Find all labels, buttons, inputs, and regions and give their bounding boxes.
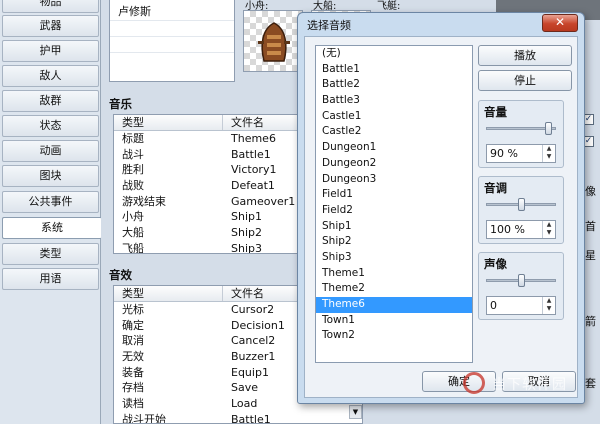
list-item[interactable]: Castle1 [316, 109, 472, 125]
list-item[interactable]: Town2 [316, 328, 472, 344]
music-title: 音乐 [109, 97, 132, 111]
pitch-spinbox[interactable]: 100 % ▲ ▼ [486, 220, 556, 239]
tab-types[interactable]: 类型 [2, 243, 99, 265]
category-tabs: 物品 武器 护甲 敌人 敌群 状态 动画 图块 公共事件 系统 类型 用语 [0, 0, 102, 424]
select-audio-dialog: 选择音频 ✕ (无) Battle1 Battle2 Battle3 Castl… [297, 12, 585, 404]
pan-value: 0 [490, 299, 497, 312]
tab-enemies[interactable]: 敌人 [2, 65, 99, 87]
dialog-title: 选择音频 [307, 19, 351, 32]
list-item[interactable]: Battle1 [316, 62, 472, 78]
list-item[interactable]: Battle2 [316, 77, 472, 93]
list-item[interactable]: (无) [316, 46, 472, 62]
close-button[interactable]: ✕ [542, 14, 578, 32]
volume-group: 音量 90 % ▲ ▼ [478, 100, 564, 168]
spin-arrows-icon[interactable]: ▲ ▼ [542, 221, 555, 238]
list-item[interactable]: Theme1 [316, 266, 472, 282]
fragment-text: 像 [585, 185, 596, 198]
list-item[interactable]: Dungeon3 [316, 172, 472, 188]
tab-terms[interactable]: 用语 [2, 268, 99, 290]
pan-slider-thumb[interactable] [518, 274, 525, 287]
tab-system[interactable]: 系统 [2, 217, 102, 239]
tab-animations[interactable]: 动画 [2, 140, 99, 162]
play-button[interactable]: 播放 [478, 45, 572, 66]
list-item[interactable]: 卢修斯 [110, 4, 151, 20]
column-type[interactable]: 类型 [114, 115, 223, 130]
pitch-slider-thumb[interactable] [518, 198, 525, 211]
watermark-text: 当下软件园 [492, 377, 567, 393]
list-item[interactable]: Dungeon2 [316, 156, 472, 172]
sfx-title: 音效 [109, 268, 132, 282]
volume-spinbox[interactable]: 90 % ▲ ▼ [486, 144, 556, 163]
tab-weapons[interactable]: 武器 [2, 15, 99, 37]
table-row[interactable]: 战斗开始 Battle1 [114, 412, 362, 423]
pitch-value: 100 % [490, 223, 525, 236]
pitch-group: 音调 100 % ▲ ▼ [478, 176, 564, 244]
list-item[interactable]: Town1 [316, 313, 472, 329]
spin-arrows-icon[interactable]: ▲ ▼ [542, 297, 555, 314]
tab-armors[interactable]: 护甲 [2, 40, 99, 62]
pan-group: 声像 0 ▲ ▼ [478, 252, 564, 320]
tab-items[interactable]: 物品 [2, 0, 99, 13]
fragment-text: 套 [585, 377, 596, 390]
audio-file-list[interactable]: (无) Battle1 Battle2 Battle3 Castle1 Cast… [315, 45, 473, 363]
fragment-text: 箭 [585, 315, 596, 328]
tab-tilesets[interactable]: 图块 [2, 165, 99, 187]
volume-value: 90 % [490, 147, 518, 160]
tab-common-events[interactable]: 公共事件 [2, 191, 99, 213]
watermark-logo-icon [463, 372, 485, 394]
spin-arrows-icon[interactable]: ▲ ▼ [542, 145, 555, 162]
list-item[interactable]: Field2 [316, 203, 472, 219]
volume-slider-track[interactable] [486, 122, 556, 135]
tab-troops[interactable]: 敌群 [2, 90, 99, 112]
list-item[interactable]: Theme2 [316, 281, 472, 297]
boat-image-box[interactable] [243, 10, 303, 72]
pitch-slider-track[interactable] [486, 198, 556, 211]
list-item[interactable]: Ship1 [316, 219, 472, 235]
pitch-label: 音调 [484, 181, 507, 195]
column-type[interactable]: 类型 [114, 286, 223, 301]
fragment-text: 星 [585, 249, 596, 262]
pan-label: 声像 [484, 257, 507, 271]
list-item[interactable]: Field1 [316, 187, 472, 203]
boat-sprite [258, 22, 290, 62]
list-item-selected[interactable]: Theme6 [316, 297, 472, 313]
list-item[interactable]: Ship3 [316, 250, 472, 266]
volume-slider-thumb[interactable] [545, 122, 553, 135]
pan-slider-track[interactable] [486, 274, 556, 287]
list-item[interactable]: Castle2 [316, 124, 472, 140]
list-item[interactable]: Dungeon1 [316, 140, 472, 156]
list-item[interactable]: Battle3 [316, 93, 472, 109]
volume-label: 音量 [484, 105, 507, 119]
party-member-list[interactable]: 卢修斯 [109, 0, 235, 82]
dialog-body: (无) Battle1 Battle2 Battle3 Castle1 Cast… [304, 36, 578, 398]
stop-button[interactable]: 停止 [478, 70, 572, 91]
tab-states[interactable]: 状态 [2, 115, 99, 137]
scroll-down-arrow-icon[interactable]: ▼ [349, 405, 362, 419]
pan-spinbox[interactable]: 0 ▲ ▼ [486, 296, 556, 315]
list-item[interactable]: Ship2 [316, 234, 472, 250]
fragment-text: 首 [585, 220, 596, 233]
airship-label: 飞艇: [377, 1, 401, 12]
